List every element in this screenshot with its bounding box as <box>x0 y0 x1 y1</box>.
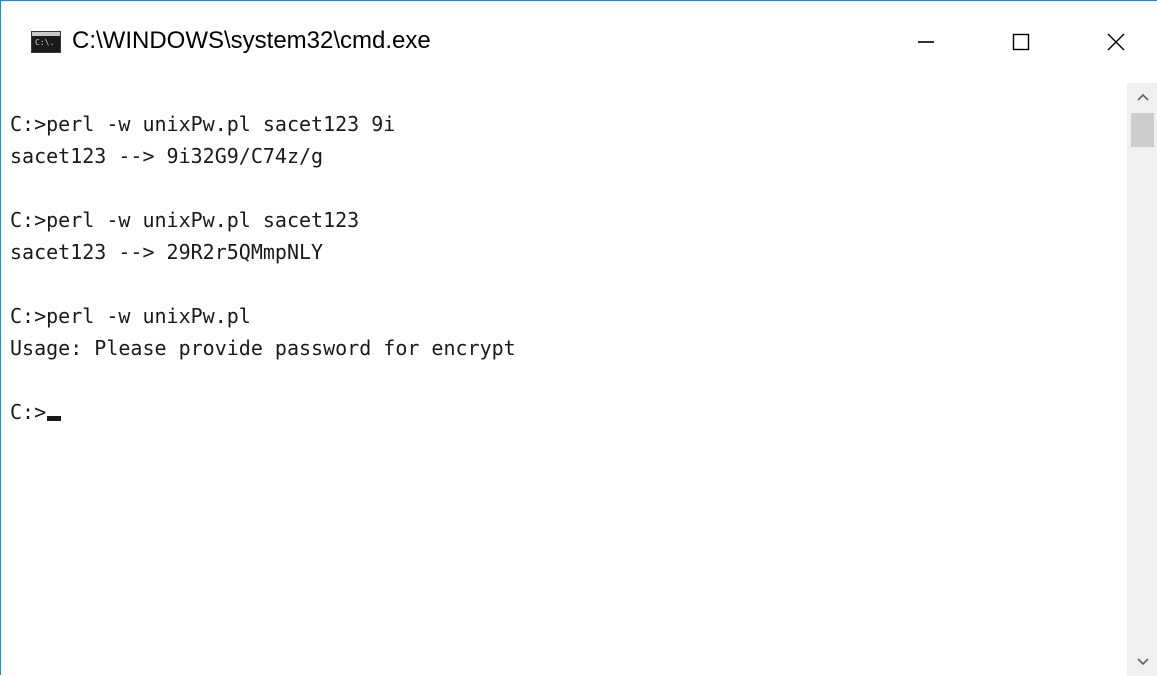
chevron-up-icon <box>1136 93 1149 101</box>
title-bar[interactable]: C:\. C:\WINDOWS\system32\cmd.exe <box>1 1 1157 83</box>
console-line: Usage: Please provide password for encry… <box>10 336 516 360</box>
cmd-app-icon[interactable]: C:\. <box>31 31 61 53</box>
app-icon-glyph: C:\. <box>35 38 55 47</box>
close-icon <box>1107 33 1125 51</box>
console-line: sacet123 --> 9i32G9/C74z/g <box>10 144 324 168</box>
scroll-thumb[interactable] <box>1131 113 1154 147</box>
minimize-icon <box>918 41 934 43</box>
console-line: sacet123 --> 29R2r5QMmpNLY <box>10 240 324 264</box>
minimize-button[interactable] <box>881 1 971 83</box>
maximize-button[interactable] <box>976 1 1066 83</box>
text-cursor <box>47 416 62 421</box>
window-title: C:\WINDOWS\system32\cmd.exe <box>72 27 431 54</box>
maximize-icon <box>1012 33 1030 51</box>
close-button[interactable] <box>1071 1 1157 83</box>
console-line: C:>perl -w unixPw.pl sacet123 9i <box>10 112 396 136</box>
scroll-down-button[interactable] <box>1127 648 1157 676</box>
console-line: C:>perl -w unixPw.pl <box>10 304 251 328</box>
vertical-scrollbar[interactable] <box>1127 83 1157 676</box>
scroll-up-button[interactable] <box>1127 83 1157 111</box>
prompt-line[interactable]: C:> <box>10 396 62 428</box>
chevron-down-icon <box>1136 658 1149 666</box>
console-line: C:>perl -w unixPw.pl sacet123 <box>10 208 360 232</box>
console-output[interactable]: C:>perl -w unixPw.pl sacet123 9i sacet12… <box>2 83 1127 676</box>
prompt-text: C:> <box>10 400 47 424</box>
cmd-window: C:\. C:\WINDOWS\system32\cmd.exe C:>perl… <box>0 0 1157 676</box>
